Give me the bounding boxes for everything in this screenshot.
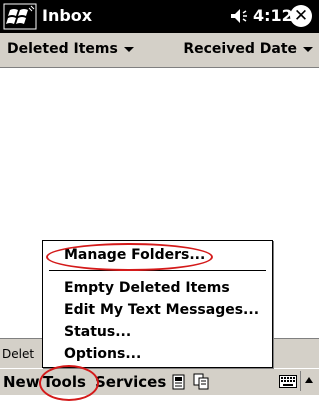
chevron-down-icon (123, 46, 134, 52)
status-item[interactable]: Status... (64, 324, 131, 340)
services-menu[interactable]: Services (95, 373, 166, 391)
menu-divider (300, 371, 301, 391)
speaker-icon[interactable] (229, 7, 249, 25)
new-menu[interactable]: New (3, 373, 40, 391)
folder-sort-bar: Deleted Items Received Date (0, 33, 319, 68)
highlight-ring-manage-folders (46, 243, 213, 271)
highlight-ring-tools (39, 365, 99, 401)
folder-dropdown[interactable]: Deleted Items (7, 41, 134, 57)
empty-deleted-items-item[interactable]: Empty Deleted Items (64, 280, 230, 296)
window-title: Inbox (42, 6, 93, 25)
options-item[interactable]: Options... (64, 346, 141, 362)
folder-dropdown-label: Deleted Items (7, 41, 118, 57)
contacts-icon[interactable] (172, 374, 186, 390)
sort-dropdown[interactable]: Received Date (183, 41, 313, 57)
keyboard-icon[interactable] (279, 375, 297, 388)
sync-icon[interactable] (193, 373, 209, 390)
chevron-down-icon (303, 46, 313, 52)
clock-time[interactable]: 4:12 (253, 6, 293, 25)
status-text: Delet (2, 347, 35, 361)
title-bar: Inbox 4:12 ✕ (0, 0, 319, 33)
close-icon: ✕ (293, 6, 309, 26)
close-button[interactable]: ✕ (290, 5, 312, 27)
up-arrow-icon[interactable] (305, 377, 313, 383)
edit-text-messages-item[interactable]: Edit My Text Messages... (64, 302, 259, 318)
sort-dropdown-label: Received Date (183, 41, 297, 57)
windows-start-icon[interactable] (3, 3, 37, 30)
